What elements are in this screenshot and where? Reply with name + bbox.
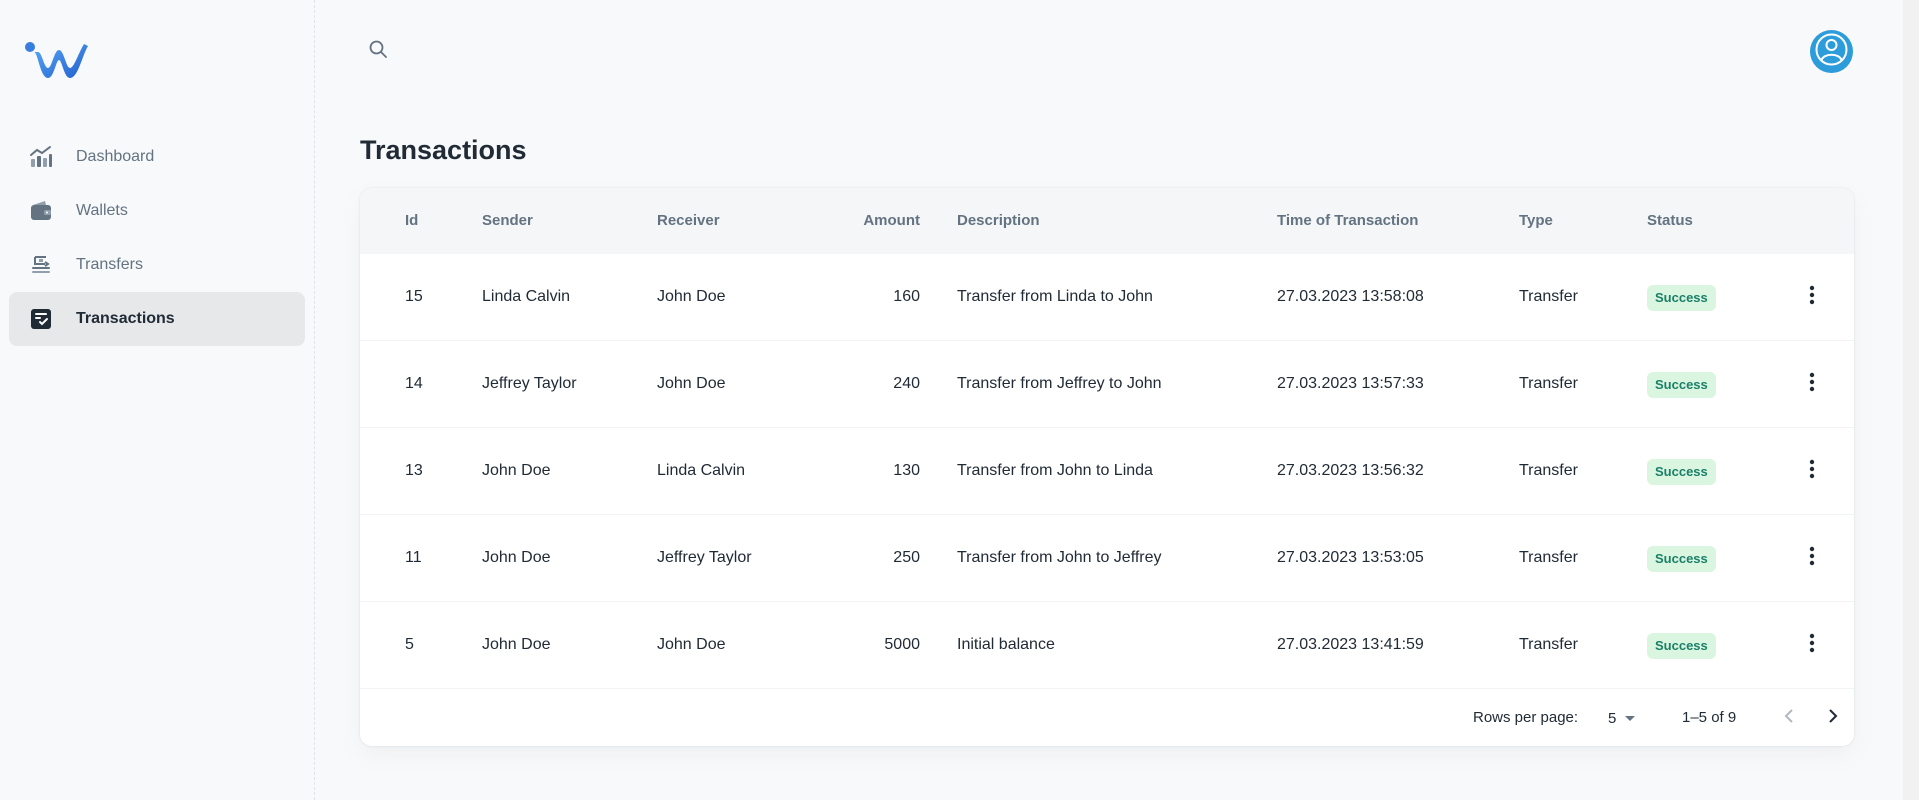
cell-type: Transfer bbox=[1519, 462, 1578, 479]
status-badge: Success bbox=[1647, 633, 1716, 659]
sidebar-item-label: Transfers bbox=[76, 256, 143, 273]
transactions-table: Id Sender Receiver Amount Description Ti… bbox=[360, 188, 1854, 746]
sidebar-nav: Dashboard Wallets Transfers Transactions bbox=[9, 130, 305, 346]
column-header-receiver[interactable]: Receiver bbox=[657, 188, 720, 254]
pagination-range: 1–5 of 9 bbox=[1682, 709, 1737, 726]
top-bar bbox=[316, 0, 1882, 104]
row-actions-button[interactable] bbox=[1796, 455, 1828, 487]
table-body: 15 Linda Calvin John Doe 160 Transfer fr… bbox=[360, 254, 1854, 689]
table-row[interactable]: 14 Jeffrey Taylor John Doe 240 Transfer … bbox=[360, 341, 1854, 428]
column-header-id[interactable]: Id bbox=[405, 188, 418, 254]
cell-receiver: John Doe bbox=[657, 288, 726, 305]
chevron-right-icon bbox=[1828, 708, 1838, 728]
rows-per-page-select[interactable]: 5 bbox=[1608, 703, 1654, 733]
cell-description: Initial balance bbox=[957, 636, 1055, 653]
more-vertical-icon bbox=[1809, 285, 1815, 310]
user-avatar-icon bbox=[1810, 28, 1853, 76]
cell-sender: Jeffrey Taylor bbox=[482, 375, 577, 392]
sidebar-item-label: Transactions bbox=[76, 310, 175, 327]
more-vertical-icon bbox=[1809, 633, 1815, 658]
more-vertical-icon bbox=[1809, 372, 1815, 397]
app-logo[interactable] bbox=[24, 38, 90, 82]
table-row[interactable]: 15 Linda Calvin John Doe 160 Transfer fr… bbox=[360, 254, 1854, 341]
cell-receiver: John Doe bbox=[657, 636, 726, 653]
more-vertical-icon bbox=[1809, 459, 1815, 484]
cell-sender: John Doe bbox=[482, 636, 551, 653]
table-header: Id Sender Receiver Amount Description Ti… bbox=[360, 188, 1854, 254]
column-header-sender[interactable]: Sender bbox=[482, 188, 533, 254]
status-badge: Success bbox=[1647, 285, 1716, 311]
row-actions-button[interactable] bbox=[1796, 281, 1828, 313]
status-badge: Success bbox=[1647, 546, 1716, 572]
row-actions-button[interactable] bbox=[1796, 542, 1828, 574]
rows-per-page-label: Rows per page: bbox=[1473, 709, 1579, 726]
cell-time: 27.03.2023 13:53:05 bbox=[1277, 549, 1424, 566]
status-badge: Success bbox=[1647, 459, 1716, 485]
column-header-time[interactable]: Time of Transaction bbox=[1277, 188, 1418, 254]
receipt-icon bbox=[29, 307, 53, 331]
cell-id: 14 bbox=[405, 375, 423, 392]
sidebar-item-wallets[interactable]: Wallets bbox=[9, 184, 305, 238]
column-header-type[interactable]: Type bbox=[1519, 188, 1553, 254]
avatar[interactable] bbox=[1810, 30, 1853, 73]
cell-description: Transfer from John to Linda bbox=[957, 462, 1153, 479]
cell-receiver: John Doe bbox=[657, 375, 726, 392]
search-icon bbox=[368, 39, 388, 64]
column-header-description[interactable]: Description bbox=[957, 188, 1040, 254]
status-badge: Success bbox=[1647, 372, 1716, 398]
page-scrollbar[interactable] bbox=[1903, 0, 1919, 800]
search-button[interactable] bbox=[363, 36, 393, 66]
cell-id: 5 bbox=[405, 636, 414, 653]
transfer-icon bbox=[29, 253, 53, 277]
cell-receiver: Jeffrey Taylor bbox=[657, 549, 752, 566]
sidebar: Dashboard Wallets Transfers Transactions bbox=[0, 0, 315, 800]
column-header-status[interactable]: Status bbox=[1647, 188, 1693, 254]
page-title: Transactions bbox=[360, 135, 527, 165]
chevron-left-icon bbox=[1784, 708, 1794, 728]
cell-amount: 250 bbox=[893, 549, 920, 566]
column-header-amount[interactable]: Amount bbox=[810, 188, 920, 254]
more-vertical-icon bbox=[1809, 546, 1815, 571]
sidebar-item-dashboard[interactable]: Dashboard bbox=[9, 130, 305, 184]
cell-id: 13 bbox=[405, 462, 423, 479]
cell-amount: 160 bbox=[893, 288, 920, 305]
cell-sender: John Doe bbox=[482, 462, 551, 479]
cell-receiver: Linda Calvin bbox=[657, 462, 746, 479]
cell-amount: 240 bbox=[893, 375, 920, 392]
cell-time: 27.03.2023 13:57:33 bbox=[1277, 375, 1424, 392]
row-actions-button[interactable] bbox=[1796, 368, 1828, 400]
caret-down-icon bbox=[1624, 710, 1636, 727]
sidebar-item-label: Wallets bbox=[76, 202, 128, 219]
cell-sender: John Doe bbox=[482, 549, 551, 566]
chart-icon bbox=[29, 145, 53, 169]
table-row[interactable]: 5 John Doe John Doe 5000 Initial balance… bbox=[360, 602, 1854, 689]
previous-page-button[interactable] bbox=[1774, 703, 1804, 733]
wallet-icon bbox=[29, 199, 53, 223]
cell-amount: 130 bbox=[893, 462, 920, 479]
sidebar-item-label: Dashboard bbox=[76, 148, 155, 165]
cell-amount: 5000 bbox=[884, 636, 920, 653]
cell-description: Transfer from Jeffrey to John bbox=[957, 375, 1162, 392]
cell-time: 27.03.2023 13:56:32 bbox=[1277, 462, 1424, 479]
cell-description: Transfer from John to Jeffrey bbox=[957, 549, 1162, 566]
cell-type: Transfer bbox=[1519, 288, 1578, 305]
next-page-button[interactable] bbox=[1818, 703, 1848, 733]
cell-id: 11 bbox=[405, 549, 422, 566]
row-actions-button[interactable] bbox=[1796, 629, 1828, 661]
table-row[interactable]: 13 John Doe Linda Calvin 130 Transfer fr… bbox=[360, 428, 1854, 515]
cell-type: Transfer bbox=[1519, 636, 1578, 653]
table-row[interactable]: 11 John Doe Jeffrey Taylor 250 Transfer … bbox=[360, 515, 1854, 602]
cell-time: 27.03.2023 13:58:08 bbox=[1277, 288, 1424, 305]
cell-sender: Linda Calvin bbox=[482, 288, 571, 305]
cell-description: Transfer from Linda to John bbox=[957, 288, 1153, 305]
cell-time: 27.03.2023 13:41:59 bbox=[1277, 636, 1424, 653]
table-pagination: Rows per page: 5 1–5 of 9 bbox=[360, 689, 1854, 746]
rows-per-page-value: 5 bbox=[1608, 709, 1617, 727]
cell-id: 15 bbox=[405, 288, 423, 305]
sidebar-item-transfers[interactable]: Transfers bbox=[9, 238, 305, 292]
sidebar-item-transactions[interactable]: Transactions bbox=[9, 292, 305, 346]
cell-type: Transfer bbox=[1519, 375, 1578, 392]
cell-type: Transfer bbox=[1519, 549, 1578, 566]
